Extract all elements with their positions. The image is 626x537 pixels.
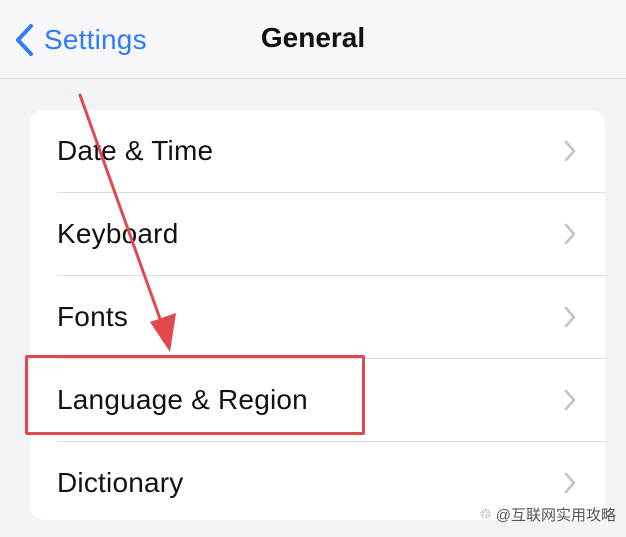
- chevron-right-icon: [563, 305, 577, 334]
- page-title: General: [260, 22, 366, 53]
- settings-list: Date & Time Keyboard Fonts Language & Re…: [30, 110, 605, 520]
- watermark-text: @互联网实用攻略: [495, 507, 616, 524]
- list-item-language-region[interactable]: Language & Region: [30, 359, 605, 441]
- list-item-label: Dictionary: [57, 467, 184, 498]
- watermark-logo-icon: ♲: [479, 506, 492, 522]
- chevron-right-icon: [563, 388, 577, 417]
- list-item-date-time[interactable]: Date & Time: [30, 110, 605, 192]
- list-item-label: Date & Time: [57, 135, 214, 166]
- list-item-label: Fonts: [57, 301, 129, 332]
- watermark: ♲ @互联网实用攻略: [479, 504, 616, 525]
- chevron-right-icon: [563, 139, 577, 168]
- list-item-keyboard[interactable]: Keyboard: [30, 193, 605, 275]
- list-item-label: Language & Region: [57, 384, 308, 415]
- chevron-right-icon: [563, 471, 577, 500]
- navigation-bar: Settings General: [0, 0, 626, 79]
- chevron-right-icon: [563, 222, 577, 251]
- list-item-fonts[interactable]: Fonts: [30, 276, 605, 358]
- list-item-label: Keyboard: [57, 218, 179, 249]
